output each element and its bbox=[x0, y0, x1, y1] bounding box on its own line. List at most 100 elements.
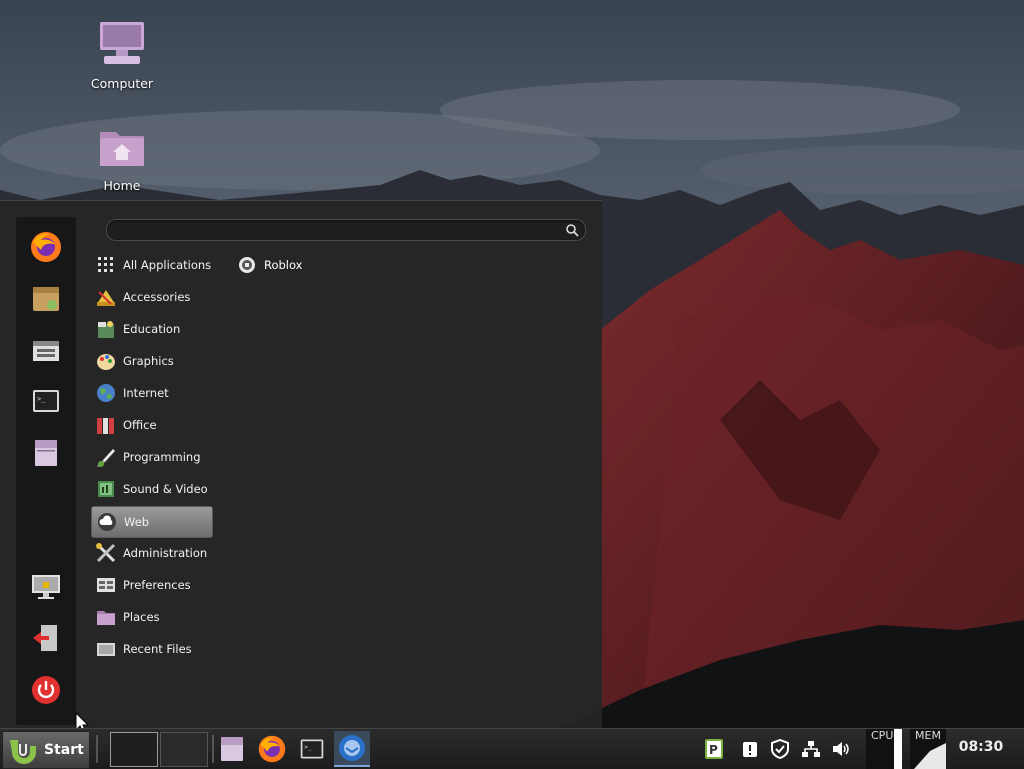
cpu-monitor[interactable]: CPU bbox=[866, 729, 902, 769]
update-manager-icon bbox=[743, 742, 757, 757]
category-office[interactable]: Office bbox=[91, 410, 211, 440]
graphics-icon bbox=[97, 354, 115, 370]
svg-text:>_: >_ bbox=[304, 744, 312, 751]
category-sound-video[interactable]: Sound & Video bbox=[91, 474, 211, 504]
category-label: Places bbox=[123, 610, 160, 624]
app-label: Roblox bbox=[264, 258, 303, 272]
desktop-icon-computer[interactable]: Computer bbox=[72, 20, 172, 91]
linux-mint-logo-icon bbox=[10, 740, 36, 764]
home-folder-icon bbox=[100, 132, 144, 166]
favorite-files[interactable] bbox=[26, 433, 66, 473]
taskbar-thunderbird-launcher[interactable] bbox=[334, 731, 370, 767]
cloud-icon bbox=[98, 513, 116, 531]
education-icon bbox=[98, 321, 114, 338]
category-label: Sound & Video bbox=[123, 482, 208, 496]
clock[interactable]: 08:30 bbox=[956, 739, 1006, 755]
favorite-terminal[interactable]: >_ bbox=[26, 381, 66, 421]
workspace-1[interactable] bbox=[110, 732, 158, 767]
category-label: Recent Files bbox=[123, 642, 192, 656]
taskbar-files-launcher[interactable] bbox=[214, 731, 250, 767]
desktop-icon-label: Home bbox=[103, 178, 141, 193]
tray-pia[interactable]: P bbox=[703, 738, 725, 760]
firefox-icon bbox=[258, 735, 286, 763]
category-label: Web bbox=[124, 515, 150, 529]
category-graphics[interactable]: Graphics bbox=[91, 346, 211, 376]
shield-icon bbox=[771, 739, 789, 759]
taskbar-terminal-launcher[interactable]: >_ bbox=[294, 731, 330, 767]
category-label: Accessories bbox=[123, 290, 191, 304]
mouse-cursor bbox=[75, 712, 89, 728]
memory-monitor[interactable]: MEM bbox=[910, 729, 946, 769]
roblox-icon bbox=[239, 257, 255, 273]
logout-icon bbox=[33, 625, 57, 651]
category-preferences[interactable]: Preferences bbox=[91, 570, 211, 600]
synaptic-icon bbox=[33, 341, 59, 361]
category-administration[interactable]: Administration bbox=[91, 538, 211, 568]
favorites-panel: >_ bbox=[16, 217, 76, 725]
files-icon bbox=[35, 440, 57, 466]
category-places[interactable]: Places bbox=[91, 602, 211, 632]
memory-usage-graph bbox=[914, 743, 946, 769]
menu-search-input[interactable] bbox=[115, 220, 559, 242]
cpu-label: CPU bbox=[871, 729, 894, 742]
application-menu: >_ All Applications Accessories Educatio… bbox=[0, 200, 602, 728]
files-icon bbox=[221, 737, 243, 761]
taskbar-separator bbox=[96, 735, 98, 763]
category-label: Graphics bbox=[123, 354, 174, 368]
terminal-icon: >_ bbox=[300, 739, 324, 759]
software-manager-icon bbox=[33, 287, 59, 311]
category-all-applications[interactable]: All Applications bbox=[91, 250, 211, 280]
desktop-icon-label: Computer bbox=[90, 76, 154, 91]
app-roblox[interactable]: Roblox bbox=[238, 253, 388, 277]
category-accessories[interactable]: Accessories bbox=[91, 282, 211, 312]
preferences-icon bbox=[97, 578, 115, 592]
favorite-firefox[interactable] bbox=[26, 227, 66, 267]
recent-files-icon bbox=[97, 643, 115, 656]
category-web[interactable]: Web bbox=[91, 506, 213, 538]
tray-volume[interactable] bbox=[830, 738, 852, 760]
terminal-icon: >_ bbox=[33, 390, 59, 412]
accessories-icon bbox=[97, 290, 115, 306]
category-education[interactable]: Education bbox=[91, 314, 211, 344]
category-label: Office bbox=[123, 418, 157, 432]
volume-icon bbox=[833, 742, 849, 756]
tools-icon bbox=[96, 543, 116, 563]
svg-text:>_: >_ bbox=[37, 395, 46, 403]
network-icon bbox=[802, 741, 820, 757]
category-label: Internet bbox=[123, 386, 169, 400]
grid-icon bbox=[98, 257, 113, 272]
sound-video-icon bbox=[98, 481, 114, 497]
category-label: Administration bbox=[123, 546, 208, 560]
power-button[interactable] bbox=[26, 670, 66, 710]
search-icon[interactable] bbox=[565, 223, 579, 237]
lock-screen-icon bbox=[32, 575, 60, 599]
lock-screen-button[interactable] bbox=[26, 566, 66, 606]
category-label: Preferences bbox=[123, 578, 191, 592]
category-label: Education bbox=[123, 322, 181, 336]
category-label: Programming bbox=[123, 450, 201, 464]
svg-text:P: P bbox=[709, 743, 718, 757]
taskbar-firefox-launcher[interactable] bbox=[254, 731, 290, 767]
workspace-2[interactable] bbox=[160, 732, 208, 767]
favorite-synaptic[interactable] bbox=[26, 330, 66, 370]
office-icon bbox=[97, 418, 114, 434]
category-recent-files[interactable]: Recent Files bbox=[91, 634, 211, 664]
tray-network[interactable] bbox=[800, 738, 822, 760]
taskbar: Start >_ P CPU MEM 08:30 bbox=[0, 728, 1024, 769]
start-label: Start bbox=[44, 742, 84, 758]
category-label: All Applications bbox=[123, 258, 212, 272]
globe-icon bbox=[97, 384, 115, 402]
category-programming[interactable]: Programming bbox=[91, 442, 211, 472]
desktop-icon-home[interactable]: Home bbox=[72, 122, 172, 193]
category-internet[interactable]: Internet bbox=[91, 378, 211, 408]
firefox-icon bbox=[31, 232, 61, 262]
programming-icon bbox=[97, 449, 115, 467]
thunderbird-icon bbox=[339, 735, 365, 761]
tray-firewall[interactable] bbox=[769, 738, 791, 760]
logout-button[interactable] bbox=[26, 618, 66, 658]
tray-update-manager[interactable] bbox=[739, 738, 761, 760]
start-button[interactable]: Start bbox=[2, 731, 90, 769]
favorite-software-manager[interactable] bbox=[26, 278, 66, 318]
computer-icon bbox=[100, 22, 144, 64]
menu-search-box[interactable] bbox=[106, 219, 586, 242]
